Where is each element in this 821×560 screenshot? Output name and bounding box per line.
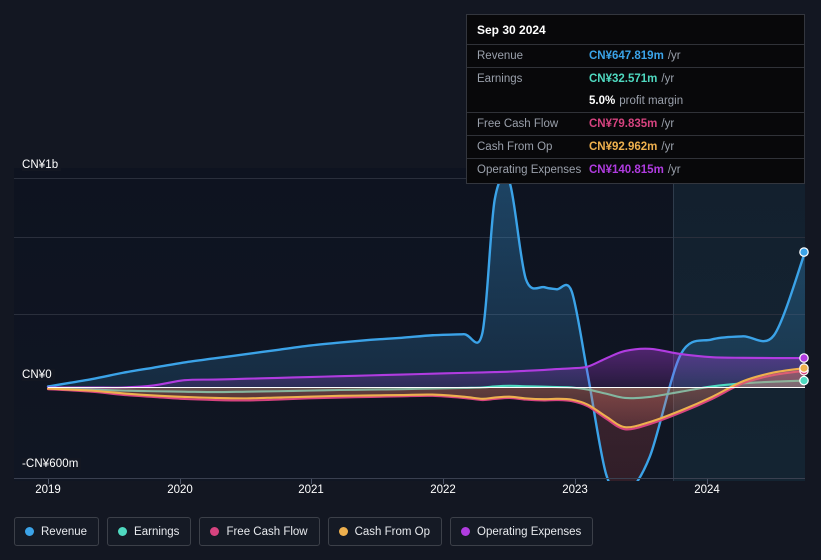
endpoint-marker-revenue	[799, 247, 809, 257]
legend-color-dot-icon	[118, 527, 128, 536]
financial-area-chart: CN¥1b CN¥0 -CN¥600m 2019 2020 2021 2022 2023…	[0, 0, 821, 560]
legend-color-dot-icon	[461, 527, 471, 536]
legend-item-label: Free Cash Flow	[226, 525, 308, 538]
legend-item-earnings[interactable]: Earnings	[107, 517, 192, 546]
endpoint-marker-operating-expenses	[799, 353, 809, 363]
tooltip-row-suffix: profit margin	[619, 95, 684, 107]
tooltip-date-title: Sep 30 2024	[477, 23, 546, 37]
y-axis-label-bottom: -CN¥600m	[22, 458, 82, 470]
tooltip-row-value: CN¥32.571m	[589, 73, 658, 85]
tooltip-row-value: CN¥140.815m	[589, 164, 664, 176]
tooltip-row-value: CN¥92.962m	[589, 141, 658, 153]
tooltip-row: 5.0% profit margin	[467, 90, 804, 112]
tooltip-row: Revenue CN¥647.819m/yr	[467, 44, 804, 67]
tooltip-row-value: 5.0%	[589, 95, 616, 107]
tooltip-row-suffix: /yr	[667, 164, 681, 176]
tooltip-row-value: CN¥647.819m	[589, 50, 664, 62]
legend-color-dot-icon	[210, 527, 220, 536]
tooltip-row-suffix: /yr	[667, 50, 681, 62]
legend-color-dot-icon	[25, 527, 34, 536]
chart-legend: Revenue Earnings Free Cash Flow Cash From O…	[14, 517, 594, 546]
tooltip-row: Earnings CN¥32.571m/yr	[467, 67, 804, 90]
tooltip-row-suffix: /yr	[661, 118, 675, 130]
tooltip-row-label: Operating Expenses	[477, 164, 582, 176]
tooltip-row-label: Free Cash Flow	[477, 118, 559, 130]
tooltip-row: Operating Expenses CN¥140.815m/yr	[467, 158, 804, 181]
endpoint-marker-cash-from-op	[799, 363, 809, 373]
legend-color-dot-icon	[338, 527, 348, 536]
x-axis-label-2024: 2024	[694, 484, 720, 496]
x-axis-label-2021: 2021	[298, 484, 324, 496]
legend-item-free-cash-flow[interactable]: Free Cash Flow	[199, 517, 320, 546]
legend-item-label: Earnings	[134, 525, 180, 538]
data-point-tooltip: Sep 30 2024 Revenue CN¥647.819m/yr Earning…	[466, 14, 805, 184]
x-axis-label-2022: 2022	[430, 484, 456, 496]
tooltip-row-label: Revenue	[477, 50, 524, 62]
tooltip-row-suffix: /yr	[661, 141, 675, 153]
legend-item-cash-from-op[interactable]: Cash From Op	[327, 517, 443, 546]
tooltip-rows: Revenue CN¥647.819m/yr Earnings CN¥32.571m /…	[467, 44, 804, 181]
tooltip-row-suffix: /yr	[661, 73, 675, 85]
legend-item-revenue[interactable]: Revenue	[14, 517, 100, 546]
tooltip-row-value: CN¥79.835m	[589, 118, 658, 130]
legend-item-label: Revenue	[41, 525, 88, 538]
y-axis-label-top: CN¥1b	[22, 159, 62, 171]
y-axis-label-zero: CN¥0	[22, 369, 55, 381]
x-axis-label-2020: 2020	[167, 484, 193, 496]
tooltip-row-label: Earnings	[477, 73, 523, 85]
legend-item-label: Cash From Op	[354, 525, 431, 538]
tooltip-row-label: Cash From Op	[477, 141, 553, 153]
tooltip-row: Cash From Op CN¥92.962m/yr	[467, 135, 804, 158]
legend-item-label: Operating Expenses	[477, 525, 582, 538]
tooltip-row: Free Cash Flow CN¥79.835m/yr	[467, 112, 804, 135]
endpoint-marker-earnings	[799, 375, 809, 386]
legend-item-operating-expenses[interactable]: Operating Expenses	[450, 517, 594, 546]
x-axis-label-2019: 2019	[35, 484, 61, 496]
x-axis-label-2023: 2023	[562, 484, 588, 496]
